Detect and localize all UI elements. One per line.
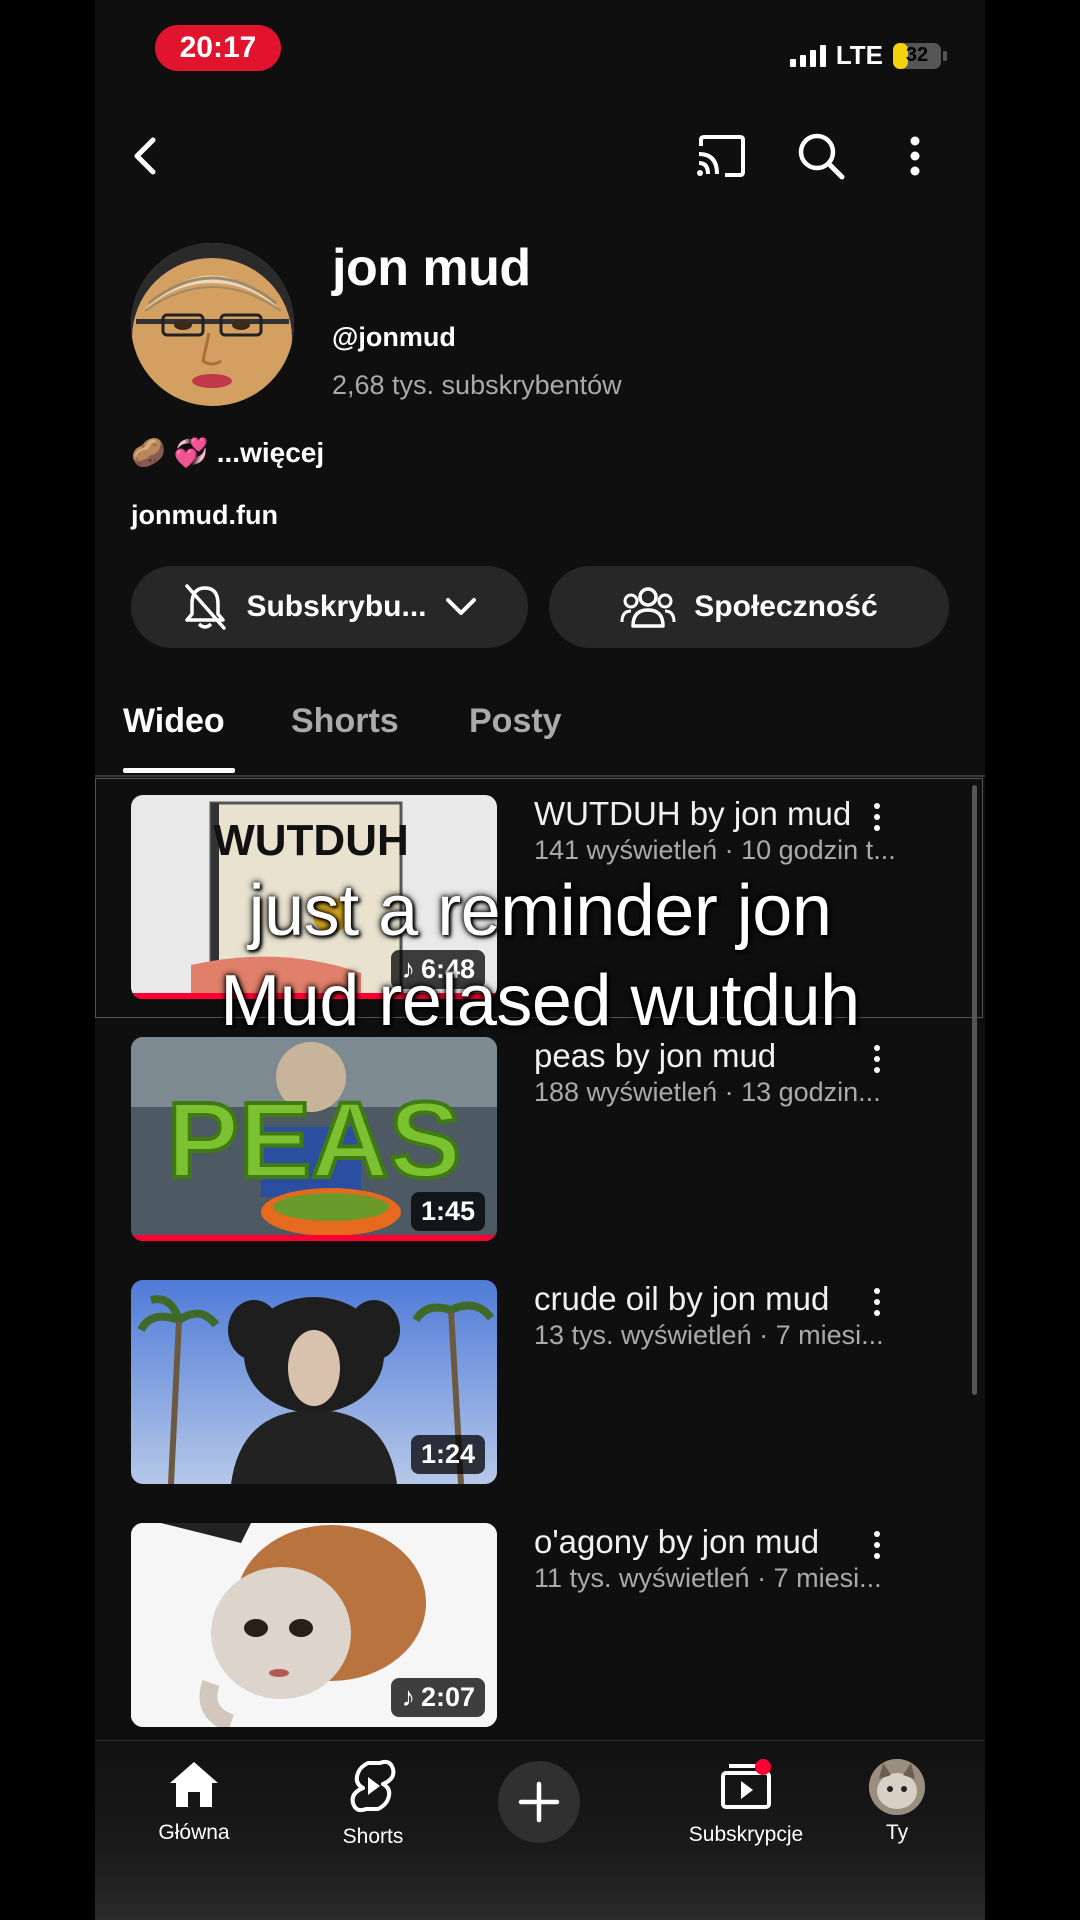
duration-badge: 1:24 (410, 1435, 485, 1474)
video-item[interactable]: ♪ 2:07 o'agony by jon mud 11 tys. wyświe… (131, 1523, 882, 1727)
home-icon (170, 1762, 218, 1807)
nav-home[interactable]: Główna (119, 1759, 269, 1845)
active-tab-indicator (123, 768, 235, 773)
community-label: Społeczność (694, 590, 878, 623)
back-arrow-icon (134, 137, 156, 175)
bottom-navigation: Główna Shorts Subskrypcje Ty (95, 1740, 985, 1920)
video-title[interactable]: o'agony by jon mud (534, 1523, 834, 1561)
chevron-down-icon (445, 598, 476, 615)
potato-emoji: 🥔 (131, 437, 166, 468)
video-thumbnail[interactable]: ♪ 2:07 (131, 1523, 497, 1727)
profile-avatar (869, 1759, 925, 1815)
subscribe-button[interactable]: Subskrybu... (131, 566, 528, 648)
tab-posts[interactable]: Posty (469, 702, 562, 741)
battery-tip (943, 50, 947, 61)
subscribe-label: Subskrybu... (246, 590, 427, 623)
cast-icon (697, 135, 745, 177)
video-more-button[interactable] (865, 797, 889, 837)
video-meta: 141 wyświetleń · 10 godzin t... (534, 835, 896, 865)
avatar-image (131, 243, 294, 406)
battery-level: 32 (905, 44, 929, 66)
time-label: 20:17 (179, 31, 257, 64)
subscriptions-icon (721, 1759, 771, 1809)
plus-icon (518, 1781, 560, 1823)
video-title[interactable]: crude oil by jon mud (534, 1280, 834, 1318)
search-icon (798, 133, 845, 180)
duration-label: 2:07 (420, 1682, 475, 1712)
duration-label: 1:24 (420, 1439, 475, 1469)
wutduh-cover-text: WUTDUH (213, 816, 409, 865)
channel-handle: @jonmud (332, 322, 456, 352)
video-title[interactable]: WUTDUH by jon mud (534, 795, 851, 833)
community-button[interactable]: Społeczność (549, 566, 949, 648)
status-indicators: LTE 32 (789, 40, 947, 71)
battery-icon: 32 (893, 42, 941, 69)
nav-subscriptions-label: Subskrypcje (688, 1823, 804, 1846)
duration-badge: 1:45 (410, 1192, 485, 1231)
duration-label: 1:45 (420, 1196, 475, 1226)
cat-avatar-image (869, 1759, 925, 1815)
video-meta: 11 tys. wyświetleń · 7 miesi... (534, 1563, 882, 1593)
signal-icon (789, 44, 826, 67)
video-meta: 13 tys. wyświetleń · 7 miesi... (534, 1320, 884, 1350)
hearts-emoji: 💞 (173, 437, 209, 468)
video-thumbnail[interactable]: PEAS 1:45 (131, 1037, 497, 1241)
music-note-icon: ♪ (401, 1682, 415, 1712)
nav-you[interactable]: Ty (822, 1759, 972, 1845)
channel-link[interactable]: jonmud.fun (131, 500, 278, 531)
shorts-icon (350, 1759, 396, 1813)
nav-subscriptions[interactable]: Subskrypcje (661, 1759, 831, 1847)
channel-description[interactable]: 🥔 💞 ...więcej (131, 436, 324, 469)
create-button[interactable] (498, 1761, 580, 1843)
subscriber-count: 2,68 tys. subskrybentów (332, 370, 622, 400)
video-more-button[interactable] (865, 1525, 889, 1565)
status-time: 20:17 (155, 25, 281, 71)
nav-shorts[interactable]: Shorts (298, 1759, 448, 1849)
nav-shorts-label: Shorts (342, 1825, 404, 1848)
overlay-caption-line-2: Mud relased wutduh (220, 961, 860, 1041)
overlay-caption-line-1: just a reminder jon (248, 871, 832, 951)
community-icon (620, 587, 676, 628)
channel-tabs: Wideo Shorts Posty (95, 690, 985, 777)
video-title[interactable]: peas by jon mud (534, 1037, 834, 1075)
video-more-button[interactable] (865, 1282, 889, 1322)
youtube-channel-screen: 20:17 LTE 32 jon mud @jonmud 2,68 tys. s… (95, 0, 985, 1920)
cast-button[interactable] (692, 128, 752, 184)
video-item[interactable]: 1:24 crude oil by jon mud 13 tys. wyświe… (131, 1280, 884, 1484)
duration-badge: ♪ 2:07 (391, 1678, 485, 1717)
network-label: LTE (835, 40, 883, 70)
search-button[interactable] (793, 128, 849, 184)
video-meta: 188 wyświetleń · 13 godzin... (534, 1077, 881, 1107)
more-vert-icon (910, 136, 920, 176)
more-description-link[interactable]: ...więcej (217, 437, 324, 469)
more-options-button[interactable] (895, 128, 935, 184)
peas-cover-text: PEAS (167, 1079, 461, 1200)
watch-progress (131, 1235, 497, 1241)
nav-home-label: Główna (158, 1821, 230, 1844)
tab-shorts[interactable]: Shorts (291, 702, 399, 741)
video-item[interactable]: PEAS 1:45 peas by jon mud 188 wyświetleń… (131, 1037, 881, 1241)
bell-off-icon (185, 584, 227, 630)
nav-you-label: Ty (885, 1821, 909, 1844)
back-button[interactable] (117, 128, 173, 184)
tab-videos[interactable]: Wideo (123, 702, 225, 741)
channel-avatar[interactable] (131, 243, 294, 406)
channel-name: jon mud (332, 239, 531, 297)
video-thumbnail[interactable]: 1:24 (131, 1280, 497, 1484)
video-more-button[interactable] (865, 1039, 889, 1079)
